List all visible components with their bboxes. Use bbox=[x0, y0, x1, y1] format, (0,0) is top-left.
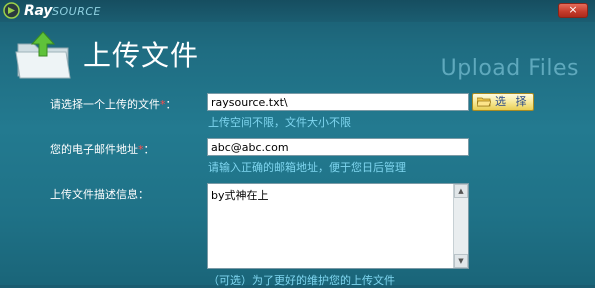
file-hint: 上传空间不限，文件大小不限 bbox=[208, 116, 351, 129]
close-button[interactable]: × bbox=[558, 3, 588, 18]
description-hint: （可选）为了更好的维护您的上传文件 bbox=[208, 274, 395, 287]
email-label: 您的电子邮件地址*： bbox=[50, 141, 155, 157]
scroll-down-arrow-icon[interactable]: ▼ bbox=[454, 254, 468, 268]
page-title: 上传文件 bbox=[83, 39, 200, 72]
logo-sub: SOURCE bbox=[52, 5, 101, 18]
scroll-up-arrow-icon[interactable]: ▲ bbox=[454, 184, 468, 198]
page-watermark: Upload Files bbox=[440, 56, 579, 81]
choose-file-label: 选 择 bbox=[495, 95, 530, 108]
email-label-text: 您的电子邮件地址 bbox=[50, 143, 138, 156]
upload-folder-icon bbox=[15, 31, 71, 79]
app-logo: RaySOURCE bbox=[24, 1, 101, 21]
choose-file-button[interactable]: 选 择 bbox=[472, 93, 534, 111]
file-label: 请选择一个上传的文件*： bbox=[50, 96, 177, 112]
email-hint: 请输入正确的邮箱地址，便于您日后管理 bbox=[208, 161, 406, 174]
file-path-input[interactable] bbox=[207, 93, 469, 111]
folder-open-icon bbox=[477, 97, 491, 107]
raysource-logo-icon bbox=[3, 2, 20, 19]
title-bar[interactable]: RaySOURCE × bbox=[0, 0, 595, 22]
description-scrollbar[interactable]: ▲ ▼ bbox=[453, 184, 468, 268]
email-input[interactable] bbox=[207, 138, 469, 156]
file-label-colon: ： bbox=[165, 98, 177, 111]
file-label-text: 请选择一个上传的文件 bbox=[50, 98, 160, 111]
description-textarea[interactable]: by式神在上 bbox=[207, 183, 469, 269]
description-label: 上传文件描述信息： bbox=[50, 188, 149, 201]
logo-brand: Ray bbox=[24, 3, 53, 19]
email-label-colon: ： bbox=[143, 143, 155, 156]
